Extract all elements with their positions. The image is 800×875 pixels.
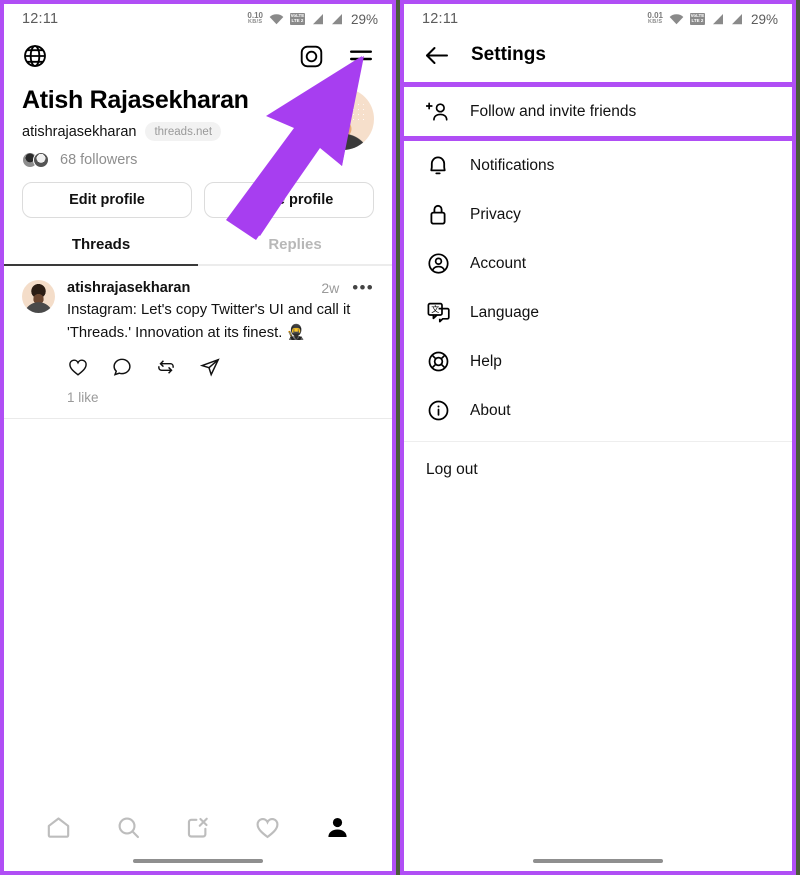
volte-icon: VoLTE LTE 2 xyxy=(689,13,705,25)
left-phone-panel: 12:11 0.10 KB/S VoLTE LTE 2 29% Atish Ra… xyxy=(0,0,396,875)
left-status-bar: 12:11 0.10 KB/S VoLTE LTE 2 29% xyxy=(4,4,392,34)
followers-row[interactable]: 68 followers xyxy=(22,152,249,168)
home-indicator xyxy=(133,859,263,863)
profile-tabs: Threads Replies xyxy=(4,236,392,264)
bottom-navigation xyxy=(4,802,392,871)
sidebar-item-label: About xyxy=(470,401,511,419)
tab-replies[interactable]: Replies xyxy=(198,236,392,264)
status-icons: 0.01 KB/S VoLTE LTE 2 29% xyxy=(647,12,778,27)
network-speed-indicator: 0.01 KB/S xyxy=(647,12,663,26)
divider xyxy=(404,441,792,442)
post-timestamp: 2w xyxy=(321,279,340,296)
profile-buttons: Edit profile Share profile xyxy=(4,168,392,218)
domain-badge: threads.net xyxy=(145,122,222,141)
profile-handle: atishrajasekharan xyxy=(22,123,137,140)
right-bottom-gesture-area xyxy=(404,829,792,871)
nav-search[interactable] xyxy=(94,814,164,841)
sidebar-item-label: Notifications xyxy=(470,156,555,174)
follower-avatars xyxy=(22,152,52,168)
tab-threads[interactable]: Threads xyxy=(4,236,198,264)
bell-icon xyxy=(426,154,450,177)
status-icons: 0.10 KB/S VoLTE LTE 2 29% xyxy=(247,12,378,27)
post-actions xyxy=(67,356,374,378)
heart-icon[interactable] xyxy=(67,356,89,378)
repost-icon[interactable] xyxy=(155,356,177,378)
network-speed-unit: KB/S xyxy=(248,19,263,26)
language-icon: 文 xyxy=(426,301,450,324)
signal-icon xyxy=(331,14,342,25)
followers-count: 68 followers xyxy=(60,152,138,168)
share-icon[interactable] xyxy=(199,356,221,378)
wifi-icon xyxy=(669,14,684,25)
info-circle-icon xyxy=(426,399,450,422)
avatar xyxy=(33,152,49,168)
settings-header: Settings xyxy=(404,34,792,82)
sidebar-item-language[interactable]: 文 Language xyxy=(404,288,792,337)
lifebuoy-icon xyxy=(426,350,450,373)
sidebar-item-privacy[interactable]: Privacy xyxy=(404,190,792,239)
signal-icon xyxy=(712,14,723,25)
status-time: 12:11 xyxy=(22,11,59,27)
status-time: 12:11 xyxy=(422,11,459,27)
sidebar-item-label: Language xyxy=(470,303,539,321)
page-title: Atish Rajasekharan xyxy=(22,86,249,114)
post-text: Instagram: Let's copy Twitter's UI and c… xyxy=(67,301,351,341)
nav-compose[interactable] xyxy=(163,814,233,841)
logout-label: Log out xyxy=(426,461,478,478)
divider xyxy=(4,418,392,420)
right-status-bar: 12:11 0.01 KB/S VoLTE LTE 2 29% xyxy=(404,4,792,34)
home-indicator xyxy=(533,859,663,863)
edit-profile-button[interactable]: Edit profile xyxy=(22,182,192,218)
signal-icon xyxy=(731,14,742,25)
highlight-annotation: Follow and invite friends xyxy=(404,82,792,141)
sidebar-item-about[interactable]: About xyxy=(404,386,792,435)
post-like-count: 1 like xyxy=(67,390,99,406)
nav-activity[interactable] xyxy=(233,814,303,841)
settings-list: Follow and invite friends Notifications xyxy=(404,82,792,492)
screenshot-root: 12:11 0.10 KB/S VoLTE LTE 2 29% Atish Ra… xyxy=(0,0,800,875)
profile-top-actions xyxy=(4,34,392,78)
volte-icon: VoLTE LTE 2 xyxy=(289,13,305,25)
sidebar-item-label: Follow and invite friends xyxy=(470,102,637,120)
avatar[interactable] xyxy=(22,279,55,313)
sidebar-item-notifications[interactable]: Notifications xyxy=(404,141,792,190)
instagram-icon[interactable] xyxy=(299,44,324,69)
post-username[interactable]: atishrajasekharan xyxy=(67,280,190,296)
sidebar-item-help[interactable]: Help xyxy=(404,337,792,386)
right-phone-panel: 12:11 0.01 KB/S VoLTE LTE 2 29% Settings… xyxy=(400,0,796,875)
back-arrow-icon[interactable] xyxy=(424,45,449,66)
globe-icon[interactable] xyxy=(22,43,48,69)
sidebar-item-label: Account xyxy=(470,254,527,272)
battery-percentage: 29% xyxy=(350,11,378,27)
sidebar-item-label: Privacy xyxy=(470,205,521,223)
profile-block: Atish Rajasekharan atishrajasekharan thr… xyxy=(4,78,392,168)
sidebar-item-account[interactable]: Account xyxy=(404,239,792,288)
svg-text:文: 文 xyxy=(431,304,439,314)
account-circle-icon xyxy=(426,252,450,275)
wifi-icon xyxy=(269,14,284,25)
share-profile-button[interactable]: Share profile xyxy=(204,182,374,218)
avatar[interactable] xyxy=(312,88,374,150)
nav-home[interactable] xyxy=(24,814,94,841)
comment-icon[interactable] xyxy=(111,356,133,378)
logout-button[interactable]: Log out xyxy=(404,448,792,492)
network-speed-indicator: 0.10 KB/S xyxy=(247,12,263,26)
post-item: atishrajasekharan 2w ••• Instagram: Let'… xyxy=(4,266,392,406)
signal-icon xyxy=(312,14,323,25)
lock-icon xyxy=(426,203,450,226)
battery-percentage: 29% xyxy=(750,11,778,27)
nav-profile[interactable] xyxy=(302,814,372,841)
post-more-icon[interactable]: ••• xyxy=(352,278,374,295)
network-speed-unit: KB/S xyxy=(648,19,663,26)
sidebar-item-follow-and-invite-friends[interactable]: Follow and invite friends xyxy=(404,87,792,136)
add-person-icon xyxy=(426,101,450,123)
hamburger-menu-icon[interactable] xyxy=(348,46,374,66)
sidebar-item-label: Help xyxy=(470,352,502,370)
page-title: Settings xyxy=(471,44,546,65)
tab-underline xyxy=(4,264,392,266)
